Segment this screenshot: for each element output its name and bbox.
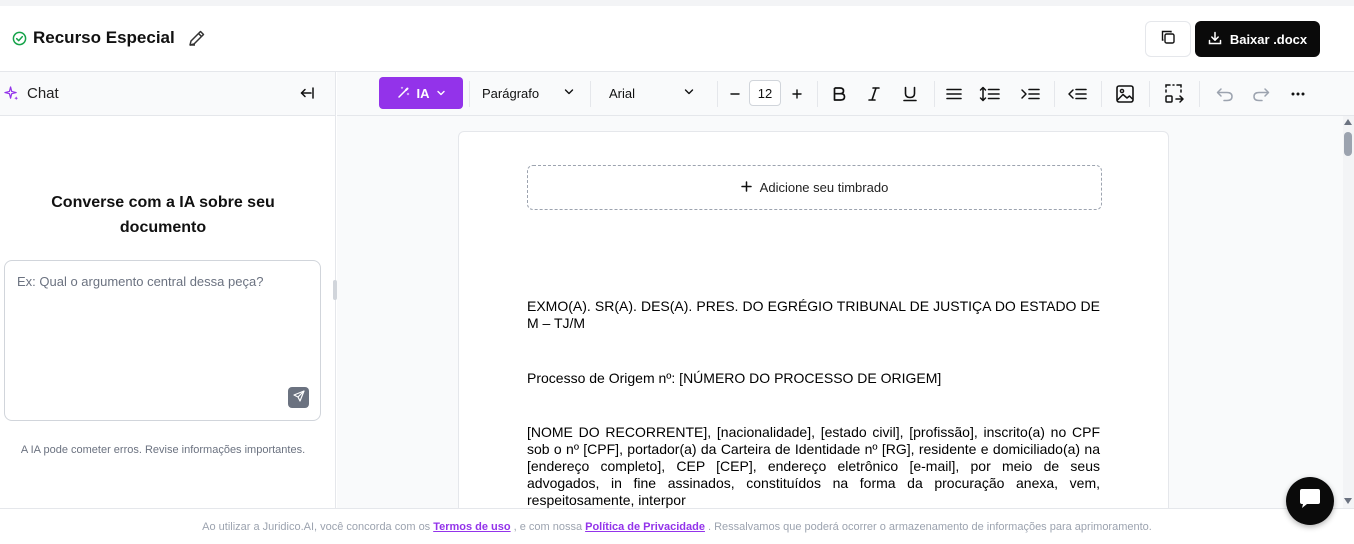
copy-button[interactable] bbox=[1145, 21, 1191, 57]
bold-icon[interactable] bbox=[828, 83, 850, 105]
increase-font-size-icon[interactable] bbox=[786, 83, 808, 105]
font-family-select[interactable]: Arial bbox=[609, 78, 695, 108]
toolbar-divider bbox=[1054, 81, 1055, 107]
variables-icon[interactable] bbox=[1164, 83, 1186, 105]
document-page[interactable]: Adicione seu timbrado EXMO(A). SR(A). DE… bbox=[458, 131, 1169, 508]
document-paragraph[interactable]: EXMO(A). SR(A). DES(A). PRES. DO EGRÉGIO… bbox=[527, 298, 1100, 332]
letterhead-label: Adicione seu timbrado bbox=[759, 180, 889, 195]
scroll-thumb[interactable] bbox=[1344, 132, 1352, 156]
footer-text-before: Ao utilizar a Juridico.AI, você concorda… bbox=[202, 520, 431, 533]
chat-bubble-icon bbox=[1298, 488, 1322, 515]
download-icon bbox=[1208, 31, 1222, 48]
font-family-value: Arial bbox=[609, 85, 636, 101]
privacy-policy-link[interactable]: Política de Privacidade bbox=[585, 521, 705, 533]
more-options-icon[interactable] bbox=[1287, 83, 1309, 105]
copy-icon bbox=[1161, 30, 1175, 49]
toolbar-divider bbox=[817, 81, 818, 107]
magic-wand-icon bbox=[397, 85, 411, 102]
chat-heading-line2: documento bbox=[119, 219, 207, 236]
terms-of-use-link[interactable]: Termos de uso bbox=[433, 521, 510, 533]
sparkle-icon bbox=[4, 86, 19, 101]
ia-label: IA bbox=[416, 85, 430, 101]
font-size-input[interactable]: 12 bbox=[749, 80, 781, 106]
paragraph-style-select[interactable]: Parágrafo bbox=[482, 78, 575, 108]
chat-input[interactable]: Ex: Qual o argumento central dessa peça? bbox=[4, 260, 321, 421]
chevron-down-icon bbox=[436, 86, 446, 101]
scroll-down-arrow-icon[interactable] bbox=[1344, 498, 1352, 504]
title-group: Recurso Especial bbox=[12, 28, 207, 48]
toolbar-divider bbox=[1199, 81, 1200, 107]
redo-icon[interactable] bbox=[1250, 83, 1272, 105]
ia-menu-button[interactable]: IA bbox=[379, 77, 463, 109]
line-spacing-icon[interactable] bbox=[979, 83, 1001, 105]
indent-decrease-icon[interactable] bbox=[1066, 83, 1088, 105]
chat-disclaimer: A IA pode cometer erros. Revise informaç… bbox=[20, 444, 306, 456]
editor-toolbar: IA Parágrafo Arial 12 bbox=[337, 72, 1354, 116]
send-icon bbox=[292, 389, 305, 407]
image-icon[interactable] bbox=[1114, 83, 1136, 105]
editor-area: Adicione seu timbrado EXMO(A). SR(A). DE… bbox=[337, 116, 1343, 508]
chat-heading: Converse com a IA sobre seu documento bbox=[0, 190, 326, 240]
decrease-font-size-icon[interactable] bbox=[724, 83, 746, 105]
scroll-up-arrow-icon[interactable] bbox=[1344, 119, 1352, 125]
toolbar-divider bbox=[934, 81, 935, 107]
footer-text-after: . Ressalvamos que poderá ocorrer o armaz… bbox=[707, 520, 1152, 533]
italic-icon[interactable] bbox=[863, 83, 885, 105]
toolbar-divider bbox=[717, 81, 718, 107]
chat-header: Chat bbox=[0, 72, 335, 116]
collapse-panel-icon[interactable] bbox=[299, 85, 315, 101]
paragraph-style-value: Parágrafo bbox=[482, 85, 540, 101]
chevron-down-icon bbox=[563, 86, 575, 101]
pencil-icon[interactable] bbox=[187, 28, 207, 48]
document-title: Recurso Especial bbox=[33, 28, 175, 47]
saved-check-icon bbox=[12, 31, 27, 46]
support-chat-button[interactable] bbox=[1286, 477, 1334, 525]
undo-icon[interactable] bbox=[1214, 83, 1236, 105]
document-paragraph[interactable]: Processo de Origem nº: [NÚMERO DO PROCES… bbox=[527, 370, 1100, 387]
chevron-down-icon bbox=[683, 86, 695, 101]
chat-input-placeholder: Ex: Qual o argumento central dessa peça? bbox=[17, 274, 264, 289]
consent-footer: Ao utilizar a Juridico.AI, você concorda… bbox=[0, 508, 1354, 544]
editor-scrollbar[interactable] bbox=[1343, 116, 1354, 508]
toolbar-divider bbox=[1101, 81, 1102, 107]
document-header: Recurso Especial Baixar .docx bbox=[0, 6, 1354, 72]
footer-text-middle: , e com nossa bbox=[513, 520, 583, 533]
toolbar-divider bbox=[1149, 81, 1150, 107]
add-letterhead-button[interactable]: Adicione seu timbrado bbox=[527, 165, 1102, 210]
chat-heading-line1: Converse com a IA sobre seu bbox=[51, 194, 275, 211]
indent-increase-icon[interactable] bbox=[1019, 83, 1041, 105]
document-paragraph[interactable]: [NOME DO RECORRENTE], [nacionalidade], [… bbox=[527, 424, 1100, 508]
download-label: Baixar .docx bbox=[1229, 31, 1308, 47]
chat-title: Chat bbox=[27, 85, 59, 102]
underline-icon[interactable] bbox=[899, 83, 921, 105]
download-docx-button[interactable]: Baixar .docx bbox=[1195, 21, 1320, 57]
plus-icon bbox=[740, 180, 752, 195]
send-button[interactable] bbox=[288, 387, 309, 408]
align-justify-icon[interactable] bbox=[943, 83, 965, 105]
toolbar-divider bbox=[469, 81, 470, 107]
toolbar-divider bbox=[590, 81, 591, 107]
chat-panel: Chat Converse com a IA sobre seu documen… bbox=[0, 72, 336, 508]
